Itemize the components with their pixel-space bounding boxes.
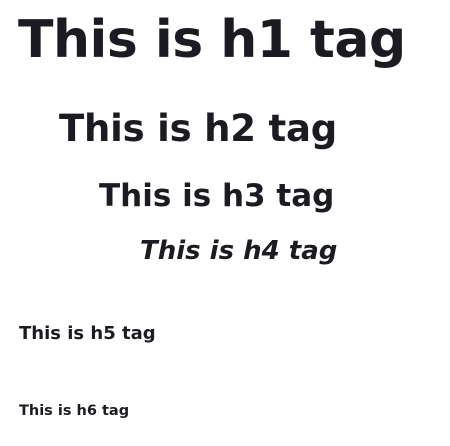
heading-h3: This is h3 tag	[99, 178, 335, 214]
heading-h1: This is h1 tag	[18, 10, 406, 70]
heading-h5: This is h5 tag	[19, 323, 156, 344]
heading-h6: This is h6 tag	[19, 403, 130, 419]
heading-h2: This is h2 tag	[59, 107, 338, 150]
heading-h4: This is h4 tag	[140, 236, 338, 266]
